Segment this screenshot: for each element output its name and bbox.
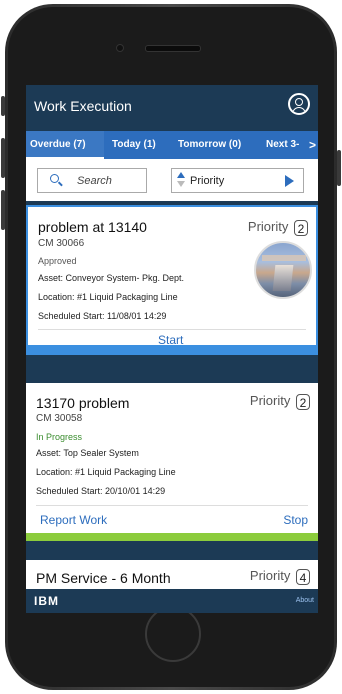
tab-overdue[interactable]: Overdue (7)	[26, 131, 104, 159]
priority-indicator: Priority 2	[248, 219, 308, 236]
sort-icon	[177, 172, 185, 189]
asset-label: Asset: Conveyor System- Pkg. Dept.	[38, 273, 185, 283]
earpiece-speaker	[145, 45, 201, 52]
scheduled-start-label: Scheduled Start: 20/10/01 14:29	[36, 486, 166, 496]
priority-indicator: Priority 4	[250, 568, 310, 585]
location-label: Location: #1 Liquid Packaging Line	[36, 467, 176, 477]
ibm-logo: IBM	[34, 594, 59, 608]
work-order-title: problem at 13140	[38, 219, 147, 235]
phone-side-button-left	[1, 138, 5, 178]
phone-side-button-left	[1, 96, 5, 116]
tab-today[interactable]: Today (1)	[108, 131, 160, 159]
app-footer: IBM About	[26, 589, 318, 613]
home-button[interactable]	[145, 606, 201, 662]
card-status-bar	[26, 533, 318, 541]
about-link[interactable]: About	[296, 597, 314, 604]
work-order-title: 13170 problem	[36, 395, 130, 411]
filter-bar: Search Priority	[26, 159, 318, 201]
tab-tomorrow[interactable]: Tomorrow (0)	[174, 131, 245, 159]
stop-button[interactable]: Stop	[283, 513, 308, 527]
front-camera	[116, 44, 124, 52]
sort-direction-icon[interactable]	[285, 175, 294, 187]
divider	[38, 329, 306, 330]
priority-badge: 4	[296, 568, 310, 585]
priority-badge: 2	[296, 393, 310, 410]
report-work-button[interactable]: Report Work	[40, 513, 107, 527]
work-order-id: CM 30066	[38, 238, 85, 249]
work-order-card[interactable]: problem at 13140 Priority 2 CM 30066 App…	[26, 205, 318, 347]
work-order-id: CM 30058	[36, 413, 83, 424]
phone-side-button-right	[337, 150, 341, 186]
tab-next-3-days[interactable]: Next 3-	[262, 131, 303, 159]
search-icon	[50, 174, 59, 183]
divider	[36, 505, 308, 506]
page-title: Work Execution	[34, 98, 132, 114]
card-status-bar	[26, 347, 318, 355]
status-label: Approved	[38, 256, 77, 266]
location-label: Location: #1 Liquid Packaging Line	[38, 292, 178, 302]
phone-side-button-left	[1, 190, 5, 230]
search-placeholder: Search	[77, 175, 112, 187]
tab-bar: Overdue (7) Today (1) Tomorrow (0) Next …	[26, 131, 318, 159]
asset-photo	[254, 241, 312, 299]
search-input[interactable]: Search	[37, 168, 147, 193]
priority-indicator: Priority 2	[250, 393, 310, 410]
scheduled-start-label: Scheduled Start: 11/08/01 14:29	[38, 311, 167, 321]
priority-badge: 2	[294, 219, 308, 236]
tabs-scroll-right-icon[interactable]: >	[309, 131, 316, 159]
status-label: In Progress	[36, 432, 83, 442]
sort-select[interactable]: Priority	[171, 168, 304, 193]
app-screen: Work Execution Overdue (7) Today (1) Tom…	[26, 85, 318, 613]
app-header: Work Execution	[26, 85, 318, 125]
work-order-title: PM Service - 6 Month	[36, 570, 171, 586]
sort-value: Priority	[190, 175, 225, 187]
start-button[interactable]: Start	[158, 333, 183, 347]
user-profile-icon[interactable]	[288, 93, 310, 115]
work-order-card[interactable]: 13170 problem Priority 2 CM 30058 In Pro…	[26, 383, 318, 533]
asset-label: Asset: Top Sealer System	[36, 448, 139, 458]
